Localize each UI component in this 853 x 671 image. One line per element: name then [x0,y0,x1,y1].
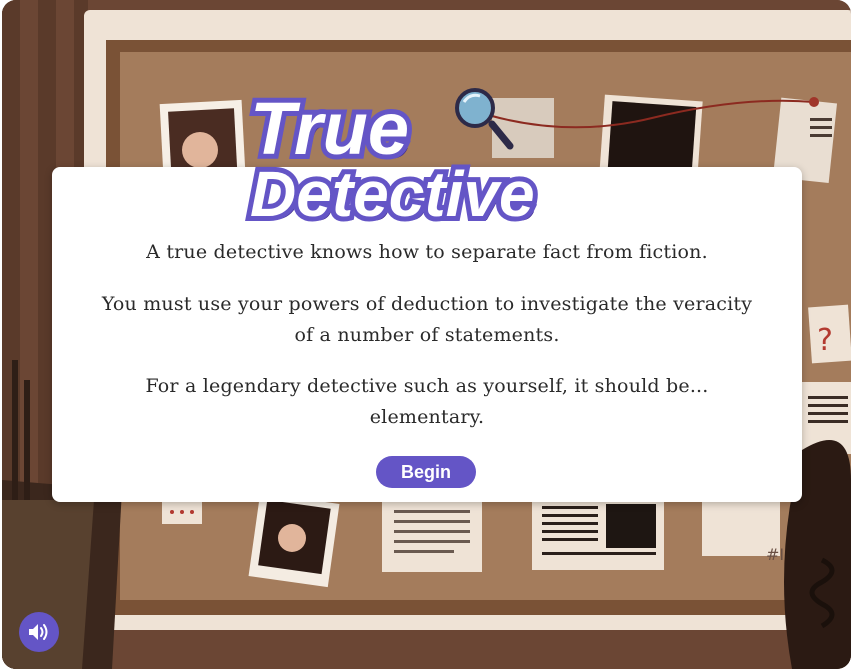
begin-button[interactable]: Begin [376,456,476,488]
speaker-volume-icon [29,624,48,640]
intro-paragraph-3: For a legendary detective such as yourse… [145,375,709,428]
sound-toggle-button[interactable] [19,612,59,652]
intro-paragraph-1: A true detective knows how to separate f… [146,241,708,263]
magnifying-glass-icon [455,88,514,150]
true-detective-logo: True Detective True Detective True Detec… [245,82,540,230]
game-frame: ? #IS A true detective knows how to sepa… [2,0,851,669]
svg-text:?: ? [817,323,833,358]
intro-paragraph-2: You must use your powers of deduction to… [101,293,753,346]
logo-line2: Detective [250,158,535,230]
